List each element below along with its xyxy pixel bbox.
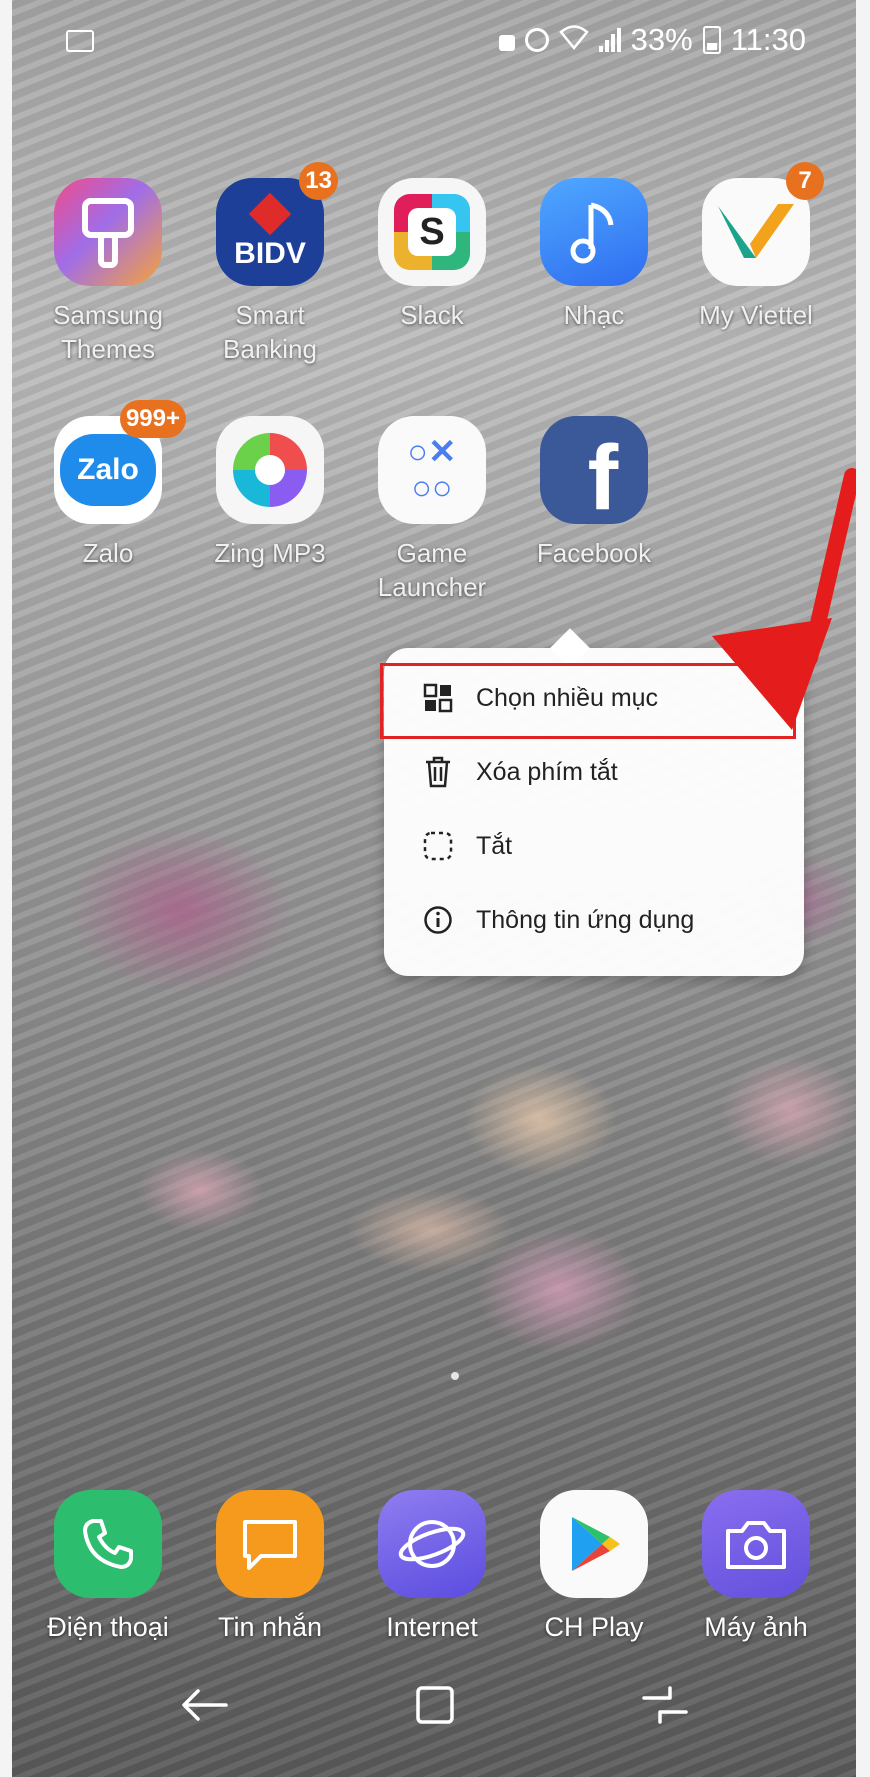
app-dien-thoai[interactable]: Điện thoại — [38, 1490, 178, 1644]
bidv-icon: BIDV 13 — [216, 162, 338, 286]
play-store-icon — [540, 1490, 648, 1598]
battery-percent: 33% — [630, 22, 693, 57]
facebook-logo-letter: f — [587, 427, 619, 529]
app-game-launcher[interactable]: ○✕ ○○ Game Launcher — [362, 416, 502, 604]
app-label: CH Play — [544, 1612, 644, 1642]
signal-icon — [598, 28, 621, 52]
home-screen: 33% 11:30 Samsung Themes BIDV 13 Smart B… — [0, 0, 870, 1777]
app-zalo[interactable]: Zalo 999+ Zalo — [38, 400, 186, 570]
internet-icon — [378, 1490, 486, 1598]
phone-icon — [54, 1490, 162, 1598]
app-internet[interactable]: Internet — [362, 1490, 502, 1644]
app-may-anh[interactable]: Máy ảnh — [686, 1490, 826, 1644]
app-label: Game Launcher — [377, 538, 487, 602]
app-label: Máy ảnh — [704, 1612, 808, 1642]
clock-time: 11:30 — [730, 22, 806, 57]
camera-icon — [702, 1490, 810, 1598]
menu-item-label: Xóa phím tắt — [476, 757, 618, 786]
bidv-logo-text: BIDV — [234, 237, 306, 270]
menu-item-label: Tắt — [476, 831, 513, 860]
app-label: Zalo — [82, 538, 134, 568]
app-nhac[interactable]: Nhạc — [524, 178, 664, 332]
recents-icon — [642, 1686, 688, 1724]
home-icon — [416, 1686, 454, 1724]
recents-button[interactable] — [630, 1670, 700, 1740]
navigation-bar — [0, 1640, 870, 1777]
app-label: Nhạc — [563, 300, 625, 330]
zing-mp3-icon — [216, 416, 324, 524]
slack-icon: S — [378, 178, 486, 286]
app-smart-banking[interactable]: BIDV 13 Smart Banking — [200, 162, 340, 366]
annotation-arrow-icon — [712, 468, 860, 730]
notification-badge: 7 — [786, 162, 824, 200]
status-right: 33% 11:30 — [498, 22, 806, 58]
app-samsung-themes[interactable]: Samsung Themes — [38, 178, 178, 366]
menu-item-disable[interactable]: Tắt — [384, 810, 804, 882]
lock-icon — [498, 35, 515, 51]
app-label: Smart Banking — [223, 300, 317, 364]
back-icon — [182, 1689, 228, 1721]
zalo-icon: Zalo 999+ — [54, 400, 186, 524]
alarm-icon — [524, 28, 549, 52]
app-label: Zing MP3 — [214, 538, 326, 568]
app-ch-play[interactable]: CH Play — [524, 1490, 664, 1644]
app-zing-mp3[interactable]: Zing MP3 — [200, 416, 340, 570]
app-label: Facebook — [536, 538, 652, 568]
wifi-icon — [558, 24, 589, 57]
music-note-icon — [540, 178, 648, 286]
dashed-square-icon — [422, 830, 454, 862]
app-label: Điện thoại — [47, 1612, 169, 1642]
messages-icon — [216, 1490, 324, 1598]
app-my-viettel[interactable]: 7 My Viettel — [686, 162, 826, 332]
notification-badge: 13 — [299, 162, 338, 200]
facebook-icon: f — [540, 416, 648, 524]
game-launcher-icon: ○✕ ○○ — [378, 416, 486, 524]
trash-icon — [422, 756, 454, 788]
app-facebook[interactable]: f Facebook — [524, 416, 664, 570]
status-bar: 33% 11:30 — [0, 0, 870, 80]
game-launcher-glyphs: ○✕ ○○ — [407, 433, 457, 507]
app-tin-nhan[interactable]: Tin nhắn — [200, 1490, 340, 1644]
app-label: Slack — [400, 300, 464, 330]
home-button[interactable] — [400, 1670, 470, 1740]
zalo-logo-text: Zalo — [60, 434, 156, 506]
app-label: Internet — [386, 1612, 478, 1642]
menu-item-app-info[interactable]: Thông tin ứng dụng — [384, 884, 804, 956]
back-button[interactable] — [170, 1670, 240, 1740]
app-label: Tin nhắn — [217, 1612, 323, 1642]
app-slack[interactable]: S Slack — [362, 178, 502, 332]
samsung-themes-icon — [54, 178, 162, 286]
page-indicator — [451, 1372, 459, 1380]
viettel-icon: 7 — [702, 162, 824, 286]
image-notification-icon — [66, 30, 94, 52]
info-icon — [422, 904, 454, 936]
notification-badge: 999+ — [119, 400, 186, 438]
menu-item-delete-shortcut[interactable]: Xóa phím tắt — [384, 736, 804, 808]
bidv-logo-diamond — [248, 192, 292, 236]
battery-icon — [702, 26, 721, 54]
slack-logo-letter: S — [408, 208, 456, 256]
menu-item-label: Thông tin ứng dụng — [476, 905, 695, 934]
app-label: Samsung Themes — [53, 300, 163, 364]
app-label: My Viettel — [699, 300, 813, 330]
